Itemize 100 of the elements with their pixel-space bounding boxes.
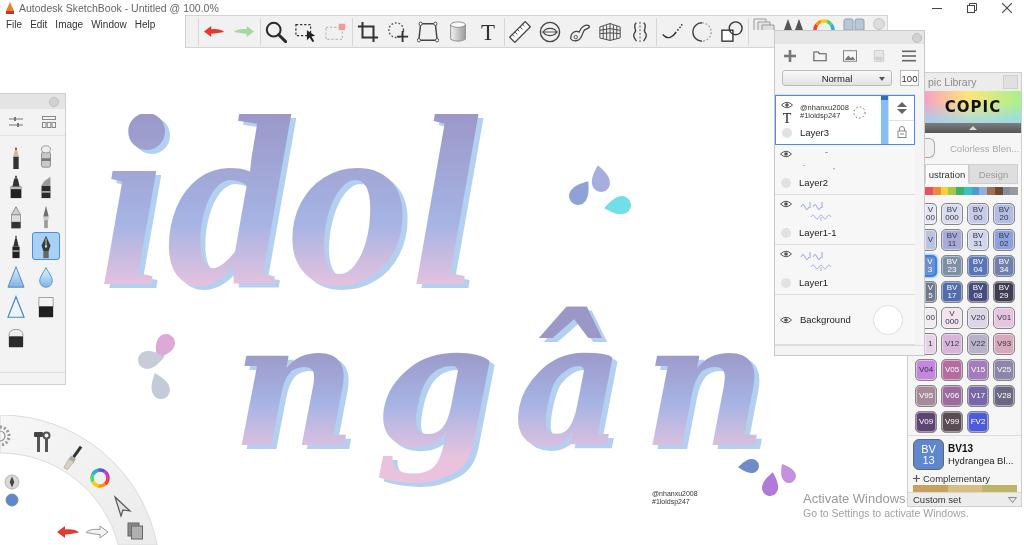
triangles-icon[interactable] xyxy=(783,18,805,30)
lock-icon[interactable] xyxy=(896,126,907,139)
close-icon[interactable] xyxy=(1002,3,1012,13)
cylinder-icon[interactable] xyxy=(447,20,469,43)
restore-icon[interactable] xyxy=(967,3,977,13)
color-wheel-icon[interactable] xyxy=(813,18,835,30)
layer-toggle[interactable] xyxy=(782,128,792,138)
opacity-track[interactable] xyxy=(881,96,888,144)
eye-icon[interactable] xyxy=(781,101,793,109)
eye-icon[interactable] xyxy=(780,200,792,208)
opacity-thumb[interactable] xyxy=(881,96,888,100)
image-icon[interactable] xyxy=(842,50,857,62)
menu-item[interactable]: Edit xyxy=(30,18,48,31)
marker-swatch[interactable]: BV 29 xyxy=(993,281,1015,303)
marker-swatch[interactable]: 00 xyxy=(925,307,937,329)
marker-swatch[interactable]: V12 xyxy=(941,333,963,355)
marker-swatch[interactable]: V17 xyxy=(967,385,989,407)
marker-swatch[interactable]: BV 34 xyxy=(993,255,1015,277)
current-color-swatch[interactable]: BV 13 xyxy=(913,439,944,470)
color-family-swatch[interactable] xyxy=(940,187,949,195)
tab[interactable]: ustration xyxy=(925,164,969,184)
eye-icon[interactable] xyxy=(780,315,792,324)
color-family-swatch[interactable] xyxy=(956,187,964,195)
marker-swatch[interactable]: BV 08 xyxy=(967,281,989,303)
color-family-swatch[interactable] xyxy=(948,187,956,195)
grid-icon[interactable] xyxy=(41,116,56,128)
folder-icon[interactable] xyxy=(812,50,827,62)
minimize-icon[interactable] xyxy=(932,7,942,9)
marker-swatch[interactable]: V20 xyxy=(967,307,989,329)
brush-button[interactable] xyxy=(32,232,60,260)
complementary-swatch[interactable] xyxy=(947,485,983,492)
marker-swatch[interactable]: BV 20 xyxy=(993,203,1015,225)
marker-swatch[interactable]: V 5 xyxy=(925,281,937,303)
tools-icon[interactable] xyxy=(34,431,51,452)
reorder-icon[interactable] xyxy=(896,101,907,114)
color-family-swatch[interactable] xyxy=(971,187,980,195)
blend-mode-dropdown[interactable]: Normal xyxy=(782,70,892,86)
plus-icon[interactable] xyxy=(783,50,797,62)
marker-swatch[interactable]: V99 xyxy=(941,411,963,433)
marker-swatch[interactable]: V28 xyxy=(993,385,1015,407)
crop-icon[interactable] xyxy=(357,20,379,43)
menu-item[interactable]: Help xyxy=(134,18,156,31)
color-family-swatch[interactable] xyxy=(963,187,972,195)
magnifier-icon[interactable] xyxy=(265,20,287,43)
menu-icon[interactable] xyxy=(902,50,916,62)
sliders-icon[interactable] xyxy=(9,116,24,128)
menu-item[interactable]: File xyxy=(6,18,23,31)
color-family-swatch[interactable] xyxy=(1002,187,1011,195)
marker-swatch[interactable]: V xyxy=(925,229,937,251)
eye-icon[interactable] xyxy=(780,150,792,158)
lasso-icon[interactable] xyxy=(387,20,409,43)
pen-nib-icon[interactable] xyxy=(4,474,20,490)
marker-swatch[interactable]: BV 02 xyxy=(993,229,1015,251)
cursor-icon[interactable] xyxy=(113,495,132,518)
color-family-swatch[interactable] xyxy=(994,187,1003,195)
marker-swatch[interactable]: BV 00 xyxy=(967,203,989,225)
marker-swatch[interactable]: BV 31 xyxy=(967,229,989,251)
marker-swatch[interactable]: V 00 xyxy=(925,203,937,225)
color-wheel-icon[interactable] xyxy=(90,468,110,488)
color-family-swatch[interactable] xyxy=(1010,187,1018,195)
layers-icon[interactable] xyxy=(127,522,143,540)
undo-icon[interactable] xyxy=(57,526,79,538)
perspective-icon[interactable] xyxy=(599,20,621,43)
shapes-icon[interactable] xyxy=(721,20,743,43)
ellipse-icon[interactable] xyxy=(691,20,713,43)
marker-swatch[interactable]: V22 xyxy=(967,333,989,355)
plus-icon[interactable] xyxy=(913,475,920,482)
collapse-bar[interactable] xyxy=(925,123,1021,133)
distort-icon[interactable] xyxy=(417,20,439,43)
marker-swatch[interactable]: V05 xyxy=(941,359,963,381)
marker-swatch[interactable]: V 000 xyxy=(941,307,963,329)
color-set-dropdown[interactable]: Custom set xyxy=(908,492,1021,506)
eye-icon[interactable] xyxy=(780,250,792,258)
marker-swatch[interactable]: V04 xyxy=(915,359,937,381)
text-tool-icon[interactable]: T xyxy=(477,20,499,43)
marker-swatch[interactable]: V09 xyxy=(915,411,937,433)
menu-item[interactable]: Window xyxy=(91,18,127,31)
menu-item[interactable]: Image xyxy=(55,18,84,31)
marker-swatch[interactable]: V06 xyxy=(941,385,963,407)
color-family-swatch[interactable] xyxy=(932,187,941,195)
marker-swatch[interactable]: BV 04 xyxy=(967,255,989,277)
marker-swatch[interactable]: 1 xyxy=(925,333,937,355)
marker-swatch[interactable]: V01 xyxy=(993,307,1015,329)
opacity-field[interactable]: 100 xyxy=(900,70,919,86)
marker-swatch[interactable]: BV 11 xyxy=(941,229,963,251)
gear-icon[interactable] xyxy=(0,425,11,447)
color-dot[interactable] xyxy=(5,493,19,507)
undo-icon[interactable] xyxy=(203,25,225,38)
complementary-swatch[interactable] xyxy=(913,485,948,492)
color-family-swatch[interactable] xyxy=(925,187,933,195)
complementary-swatch[interactable] xyxy=(982,485,1017,492)
marker-swatch[interactable]: BV 17 xyxy=(941,281,963,303)
color-family-swatch[interactable] xyxy=(987,187,995,195)
marker-swatch[interactable]: V93 xyxy=(993,333,1015,355)
redo-icon[interactable] xyxy=(85,525,109,539)
paintbrush-icon[interactable] xyxy=(63,445,83,471)
color-family-swatch[interactable] xyxy=(979,187,987,195)
marker-swatch[interactable]: BV 000 xyxy=(941,203,963,225)
background-swatch[interactable] xyxy=(873,304,903,335)
marker-swatch[interactable]: FV2 xyxy=(967,411,989,433)
